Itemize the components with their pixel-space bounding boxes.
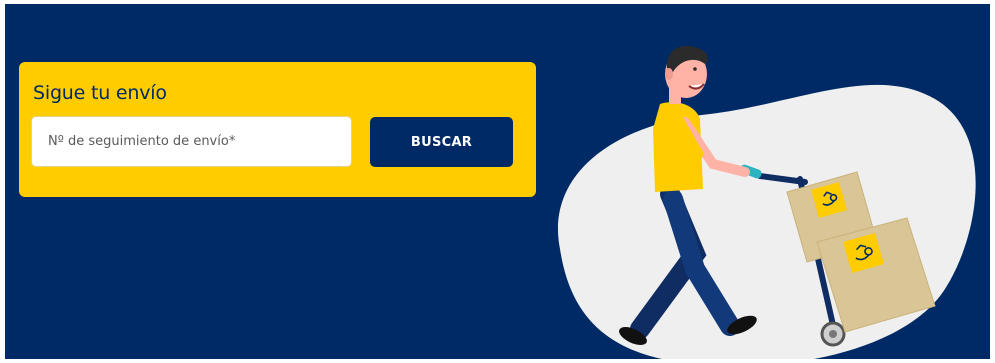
tracking-number-input[interactable] <box>31 116 352 167</box>
search-button[interactable]: BUSCAR <box>370 117 513 167</box>
tracking-card: Sigue tu envío BUSCAR <box>19 62 536 197</box>
card-title: Sigue tu envío <box>33 82 167 104</box>
background-blob <box>558 84 976 359</box>
tracking-banner: Sigue tu envío BUSCAR <box>5 4 990 359</box>
